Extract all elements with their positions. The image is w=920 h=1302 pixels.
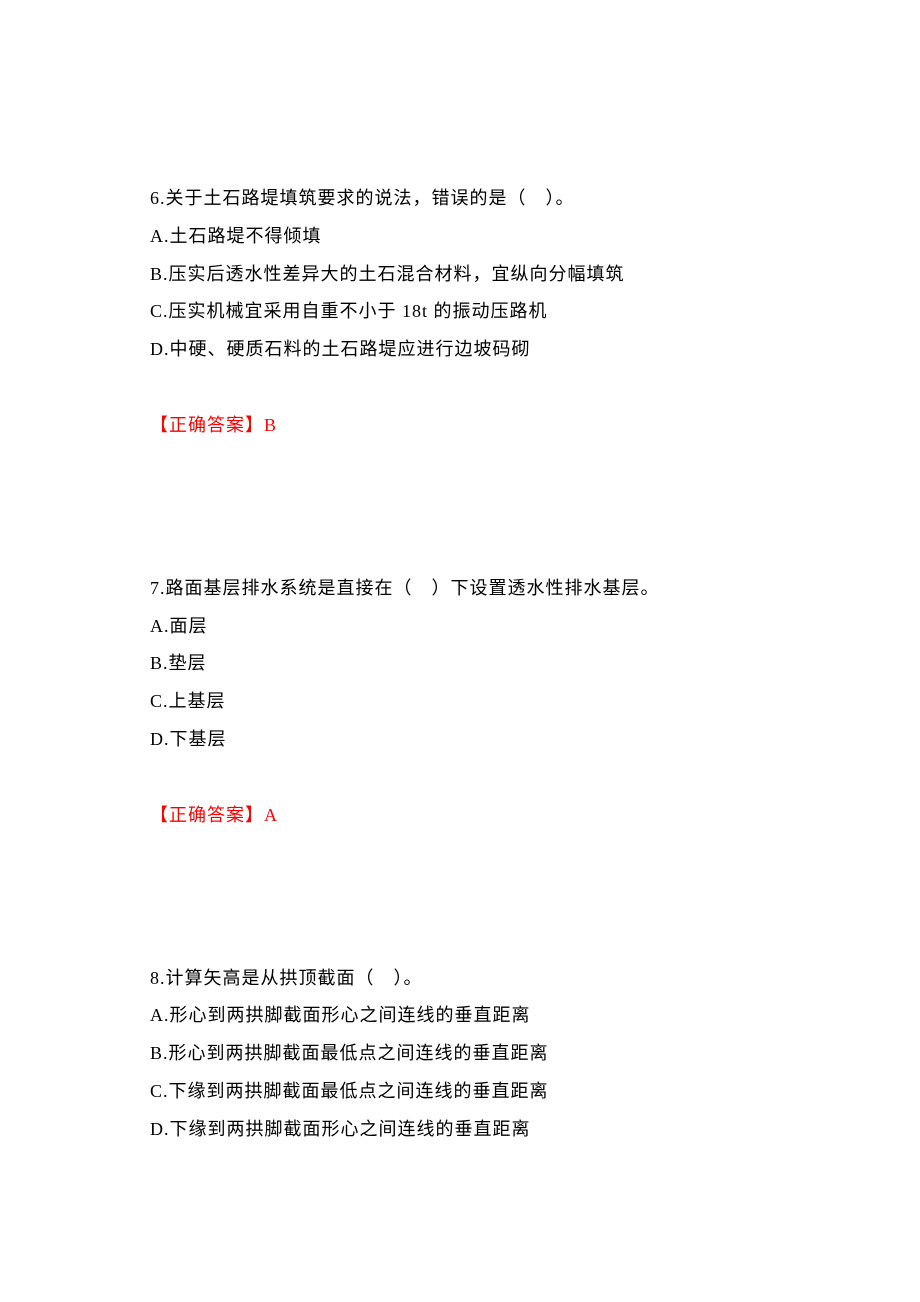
option-b: B.垫层 xyxy=(150,645,770,683)
answer-line: 【正确答案】B xyxy=(150,407,770,445)
option-c: C.压实机械宜采用自重不小于 18t 的振动压路机 xyxy=(150,293,770,331)
option-c: C.下缘到两拱脚截面最低点之间连线的垂直距离 xyxy=(150,1073,770,1111)
option-d: D.中硬、硬质石料的土石路堤应进行边坡码砌 xyxy=(150,331,770,369)
option-c: C.上基层 xyxy=(150,683,770,721)
question-stem: 8.计算矢高是从拱顶截面（ ）。 xyxy=(150,960,770,998)
option-a: A.形心到两拱脚截面形心之间连线的垂直距离 xyxy=(150,997,770,1035)
option-d: D.下缘到两拱脚截面形心之间连线的垂直距离 xyxy=(150,1111,770,1149)
question-7: 7.路面基层排水系统是直接在（ ）下设置透水性排水基层。 A.面层 B.垫层 C… xyxy=(150,570,770,835)
answer-value: A xyxy=(264,805,278,825)
question-stem: 6.关于土石路堤填筑要求的说法，错误的是（ ）。 xyxy=(150,180,770,218)
option-b: B.压实后透水性差异大的土石混合材料，宜纵向分幅填筑 xyxy=(150,256,770,294)
answer-label: 【正确答案】 xyxy=(150,805,264,825)
answer-value: B xyxy=(264,415,277,435)
question-8: 8.计算矢高是从拱顶截面（ ）。 A.形心到两拱脚截面形心之间连线的垂直距离 B… xyxy=(150,960,770,1149)
option-b: B.形心到两拱脚截面最低点之间连线的垂直距离 xyxy=(150,1035,770,1073)
question-number: 8. xyxy=(150,968,166,988)
option-a: A.土石路堤不得倾填 xyxy=(150,218,770,256)
question-stem-text: 关于土石路堤填筑要求的说法，错误的是（ ）。 xyxy=(166,188,575,208)
question-number: 7. xyxy=(150,578,166,598)
answer-label: 【正确答案】 xyxy=(150,415,264,435)
answer-line: 【正确答案】A xyxy=(150,797,770,835)
question-number: 6. xyxy=(150,188,166,208)
option-d: D.下基层 xyxy=(150,721,770,759)
question-stem-text: 路面基层排水系统是直接在（ ）下设置透水性排水基层。 xyxy=(166,578,660,598)
question-stem-text: 计算矢高是从拱顶截面（ ）。 xyxy=(166,968,423,988)
question-6: 6.关于土石路堤填筑要求的说法，错误的是（ ）。 A.土石路堤不得倾填 B.压实… xyxy=(150,180,770,445)
option-a: A.面层 xyxy=(150,608,770,646)
question-stem: 7.路面基层排水系统是直接在（ ）下设置透水性排水基层。 xyxy=(150,570,770,608)
